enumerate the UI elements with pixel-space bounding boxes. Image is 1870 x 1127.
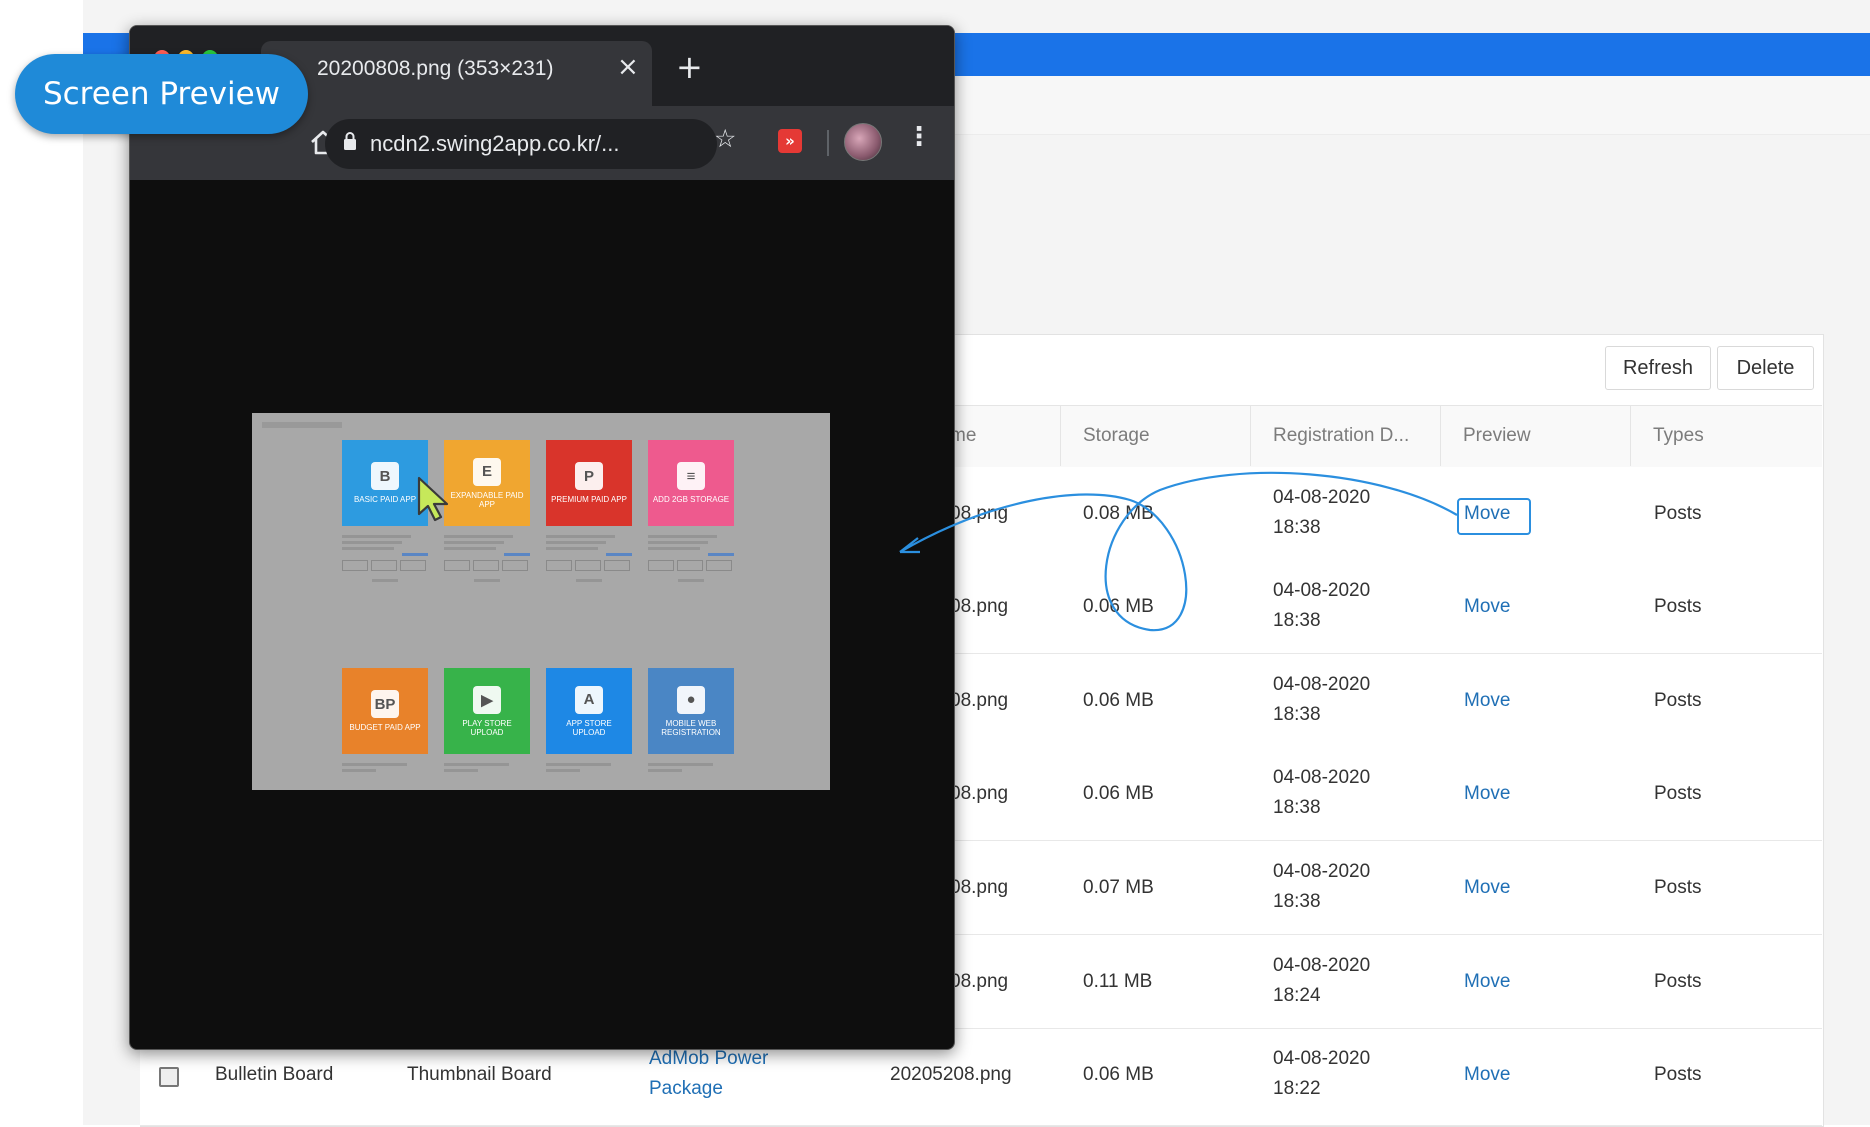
lock-icon bbox=[342, 131, 358, 155]
bookmark-star-icon[interactable]: ☆ bbox=[714, 124, 736, 153]
file-name: 08.png bbox=[950, 596, 1009, 617]
move-link[interactable]: Move bbox=[1464, 690, 1510, 712]
column-header-registration-date[interactable]: Registration D... bbox=[1250, 405, 1440, 466]
registration-date: 04-08-2020 18:38 bbox=[1273, 861, 1371, 912]
refresh-button[interactable]: Refresh bbox=[1605, 346, 1711, 390]
product-card-name: PLAY STORE UPLOAD bbox=[462, 718, 512, 737]
profile-avatar[interactable] bbox=[844, 123, 882, 161]
move-link[interactable]: Move bbox=[1464, 1064, 1510, 1086]
product-card: A APP STORE UPLOAD bbox=[546, 668, 632, 754]
move-link[interactable]: Move bbox=[1464, 971, 1510, 993]
product-card: E EXPANDABLE PAID APP bbox=[444, 440, 530, 526]
product-card: ▶ PLAY STORE UPLOAD bbox=[444, 668, 530, 754]
product-card-details bbox=[546, 532, 632, 582]
registration-date: 04-08-2020 18:22 bbox=[1273, 1048, 1371, 1099]
toolbar-divider bbox=[827, 130, 829, 156]
board-name: Bulletin Board bbox=[215, 1064, 334, 1085]
file-name: 08.png bbox=[950, 690, 1009, 711]
url-text: ncdn2.swing2app.co.kr/... bbox=[370, 131, 620, 156]
type-value: Posts bbox=[1654, 1064, 1702, 1085]
type-value: Posts bbox=[1654, 596, 1702, 617]
move-link[interactable]: Move bbox=[1464, 877, 1510, 899]
product-card-name: MOBILE WEB REGISTRATION bbox=[661, 718, 721, 737]
storage-size: 0.11 MB bbox=[1083, 971, 1153, 992]
product-card-icon: E bbox=[473, 457, 501, 486]
product-card-icon: BP bbox=[371, 690, 399, 718]
column-header-storage[interactable]: Storage bbox=[1060, 405, 1250, 466]
product-card-icon: ≡ bbox=[677, 462, 705, 490]
extension-icon[interactable]: » bbox=[778, 129, 802, 153]
product-card-details bbox=[444, 760, 530, 775]
new-tab-icon[interactable]: + bbox=[676, 48, 703, 86]
product-card: ● MOBILE WEB REGISTRATION bbox=[648, 668, 734, 754]
product-card-icon: A bbox=[575, 685, 603, 714]
product-card-details bbox=[648, 532, 734, 582]
product-card-name: BASIC PAID APP bbox=[353, 495, 417, 504]
menu-kebab-icon[interactable]: ⋮ bbox=[906, 124, 932, 150]
storage-size: 0.06 MB bbox=[1083, 783, 1154, 804]
close-tab-icon[interactable]: × bbox=[617, 52, 639, 82]
move-link[interactable]: Move bbox=[1464, 783, 1510, 805]
type-value: Posts bbox=[1654, 503, 1702, 524]
registration-date: 04-08-2020 18:38 bbox=[1273, 580, 1371, 631]
mouse-pointer-icon bbox=[416, 476, 452, 526]
delete-button[interactable]: Delete bbox=[1717, 346, 1814, 390]
type-value: Posts bbox=[1654, 971, 1702, 992]
type-value: Posts bbox=[1654, 877, 1702, 898]
product-card-name: BUDGET PAID APP bbox=[349, 723, 421, 732]
product-card-name: PREMIUM PAID APP bbox=[551, 495, 627, 504]
registration-date: 04-08-2020 18:38 bbox=[1273, 487, 1371, 538]
product-card-details bbox=[546, 760, 632, 775]
storage-size: 0.08 MB bbox=[1083, 503, 1154, 524]
board-type: Thumbnail Board bbox=[407, 1064, 552, 1085]
file-name: 20205208.png bbox=[890, 1064, 1012, 1085]
storage-size: 0.06 MB bbox=[1083, 596, 1154, 617]
image-caption-line bbox=[262, 422, 342, 428]
product-card: P PREMIUM PAID APP bbox=[546, 440, 632, 526]
product-card-details bbox=[444, 532, 530, 582]
type-value: Posts bbox=[1654, 783, 1702, 804]
registration-date: 04-08-2020 18:38 bbox=[1273, 674, 1371, 725]
product-card-name: APP STORE UPLOAD bbox=[566, 718, 612, 737]
product-card: ≡ ADD 2GB STORAGE bbox=[648, 440, 734, 526]
preview-image: B BASIC PAID APP E EXPANDABLE PAID APP P PREM… bbox=[252, 413, 830, 790]
product-card-name: EXPANDABLE PAID APP bbox=[450, 490, 524, 509]
column-header-preview[interactable]: Preview bbox=[1440, 405, 1630, 466]
product-card-icon: P bbox=[575, 462, 603, 490]
tab-title: 20200808.png (353×231) bbox=[317, 57, 554, 80]
product-card: BP BUDGET PAID APP bbox=[342, 668, 428, 754]
file-name: 08.png bbox=[950, 503, 1009, 524]
file-name: 08.png bbox=[950, 971, 1009, 992]
product-card-details bbox=[342, 760, 428, 775]
screen-preview-badge: Screen Preview bbox=[15, 54, 308, 134]
row-checkbox[interactable] bbox=[159, 1067, 179, 1087]
storage-size: 0.07 MB bbox=[1083, 877, 1154, 898]
product-card-details bbox=[648, 760, 734, 775]
file-name: 08.png bbox=[950, 783, 1009, 804]
browser-window: 20200808.png (353×231) × + ncdn2.swing2a… bbox=[129, 25, 955, 1050]
storage-size: 0.06 MB bbox=[1083, 1064, 1154, 1085]
registration-date: 04-08-2020 18:24 bbox=[1273, 955, 1371, 1006]
move-link[interactable]: Move bbox=[1464, 596, 1510, 618]
column-header-types[interactable]: Types bbox=[1630, 405, 1822, 466]
product-card-details bbox=[342, 532, 428, 582]
storage-size: 0.06 MB bbox=[1083, 690, 1154, 711]
type-value: Posts bbox=[1654, 690, 1702, 711]
registration-date: 04-08-2020 18:38 bbox=[1273, 767, 1371, 818]
file-name: 08.png bbox=[950, 877, 1009, 898]
product-card-name: ADD 2GB STORAGE bbox=[652, 495, 730, 504]
post-title-link[interactable]: AdMob Power Package bbox=[649, 1044, 768, 1104]
product-card-icon: ▶ bbox=[473, 685, 501, 714]
product-card-icon: ● bbox=[677, 685, 705, 714]
move-highlight-box bbox=[1457, 498, 1531, 535]
product-card-icon: B bbox=[371, 462, 399, 490]
